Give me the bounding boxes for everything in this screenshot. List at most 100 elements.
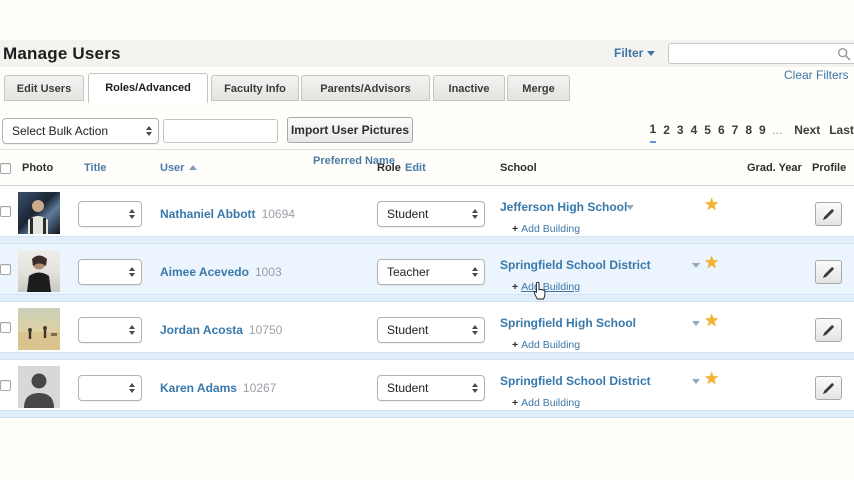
school-dropdown-caret-icon[interactable]	[692, 379, 700, 384]
user-photo[interactable]	[18, 308, 60, 350]
edit-profile-button[interactable]	[815, 376, 842, 400]
page-9[interactable]: 9	[759, 118, 766, 142]
column-header-title[interactable]: Title	[84, 150, 106, 186]
add-building-link[interactable]: +Add Building	[512, 222, 580, 236]
tab-faculty-info[interactable]: Faculty Info	[211, 75, 299, 101]
school-cell: Springfield High School	[500, 314, 636, 332]
user-cell: Karen Adams10267	[160, 375, 276, 401]
star-icon[interactable]: ★	[704, 311, 719, 331]
user-id: 10750	[249, 323, 282, 337]
page-8[interactable]: 8	[745, 118, 752, 142]
page-3[interactable]: 3	[677, 118, 684, 142]
filter-dropdown[interactable]: Filter	[614, 40, 655, 67]
page-4[interactable]: 4	[691, 118, 698, 142]
title-select[interactable]	[78, 375, 142, 401]
school-cell: Jefferson High School	[500, 198, 627, 216]
pencil-icon	[822, 208, 835, 221]
plus-icon: +	[512, 397, 518, 409]
title-select[interactable]	[78, 201, 142, 227]
add-building-link[interactable]: +Add Building	[512, 338, 580, 352]
search-box	[668, 43, 854, 64]
tab-merge[interactable]: Merge	[507, 75, 570, 101]
tab-inactive[interactable]: Inactive	[433, 75, 505, 101]
page-5[interactable]: 5	[704, 118, 711, 142]
pencil-icon	[822, 382, 835, 395]
column-header-preferred-name[interactable]: Preferred Name	[313, 155, 373, 168]
school-cell: Springfield School District	[500, 372, 651, 390]
star-icon[interactable]: ★	[704, 369, 719, 389]
row-checkbox[interactable]	[0, 322, 11, 333]
user-photo[interactable]	[18, 250, 60, 292]
column-header-role-edit-link[interactable]: Edit	[405, 150, 426, 186]
school-dropdown-caret-icon[interactable]	[692, 321, 700, 326]
tab-parents-advisors[interactable]: Parents/Advisors	[301, 75, 430, 101]
user-name-link[interactable]: Jordan Acosta	[160, 323, 243, 337]
role-select[interactable]: Teacher	[377, 259, 485, 285]
chevron-down-icon	[647, 51, 655, 56]
pagination: 1 2 3 4 5 6 7 8 9 ... Next Last	[646, 117, 854, 143]
select-all-checkbox[interactable]	[0, 163, 11, 174]
select-stepper-icon	[146, 126, 152, 136]
pagination-ellipsis: ...	[772, 118, 782, 142]
school-link[interactable]: Springfield High School	[500, 316, 636, 330]
user-name-link[interactable]: Karen Adams	[160, 381, 237, 395]
plus-icon: +	[512, 223, 518, 235]
select-stepper-icon	[472, 267, 478, 277]
plus-icon: +	[512, 339, 518, 351]
table-row: Karen Adams10267 Student Springfield Sch…	[0, 360, 854, 418]
star-icon[interactable]: ★	[704, 253, 719, 273]
user-id: 10694	[262, 207, 295, 221]
table-header: Photo Title User Preferred Name Role Edi…	[0, 149, 854, 186]
select-stepper-icon	[129, 383, 135, 393]
role-select[interactable]: Student	[377, 201, 485, 227]
search-input[interactable]	[673, 45, 833, 62]
star-icon[interactable]: ★	[704, 195, 719, 215]
bulk-action-select[interactable]: Select Bulk Action	[2, 118, 159, 144]
import-user-pictures-button[interactable]: Import User Pictures	[287, 117, 413, 143]
edit-profile-button[interactable]	[815, 202, 842, 226]
role-select[interactable]: Student	[377, 317, 485, 343]
tab-edit-users[interactable]: Edit Users	[4, 75, 84, 101]
select-stepper-icon	[129, 209, 135, 219]
user-name-link[interactable]: Nathaniel Abbott	[160, 207, 256, 221]
user-cell: Nathaniel Abbott 10694	[160, 201, 295, 227]
default-avatar-icon[interactable]	[18, 366, 60, 408]
last-page-link[interactable]: Last	[829, 118, 854, 142]
clear-filters-link[interactable]: Clear Filters	[784, 68, 854, 82]
edit-profile-button[interactable]	[815, 318, 842, 342]
bulk-action-input[interactable]	[163, 119, 278, 143]
school-link[interactable]: Springfield School District	[500, 258, 651, 272]
column-header-school: School	[500, 150, 537, 186]
edit-profile-button[interactable]	[815, 260, 842, 284]
school-link[interactable]: Jefferson High School	[500, 200, 627, 214]
school-dropdown-caret-icon[interactable]	[626, 205, 634, 210]
role-select[interactable]: Student	[377, 375, 485, 401]
tab-roles-advanced[interactable]: Roles/Advanced	[88, 73, 208, 103]
row-checkbox[interactable]	[0, 264, 11, 275]
title-select[interactable]	[78, 259, 142, 285]
user-photo[interactable]	[18, 192, 60, 234]
add-building-link[interactable]: +Add Building	[512, 280, 580, 294]
select-stepper-icon	[129, 267, 135, 277]
school-dropdown-caret-icon[interactable]	[692, 263, 700, 268]
row-checkbox[interactable]	[0, 380, 11, 391]
page-1[interactable]: 1	[650, 117, 657, 143]
user-name-link[interactable]: Aimee Acevedo	[160, 265, 249, 279]
page-7[interactable]: 7	[732, 118, 739, 142]
school-link[interactable]: Springfield School District	[500, 374, 651, 388]
title-select[interactable]	[78, 317, 142, 343]
select-stepper-icon	[472, 383, 478, 393]
next-page-link[interactable]: Next	[794, 118, 820, 142]
search-icon	[837, 47, 851, 61]
page-title: Manage Users	[3, 40, 121, 67]
select-stepper-icon	[472, 325, 478, 335]
add-building-link[interactable]: +Add Building	[512, 396, 580, 410]
page-2[interactable]: 2	[663, 118, 670, 142]
row-checkbox[interactable]	[0, 206, 11, 217]
sort-ascending-icon	[189, 165, 197, 170]
column-header-user[interactable]: User	[160, 150, 197, 186]
page-6[interactable]: 6	[718, 118, 725, 142]
school-cell: Springfield School District	[500, 256, 651, 274]
pencil-icon	[822, 266, 835, 279]
column-header-role: Role	[377, 150, 401, 186]
